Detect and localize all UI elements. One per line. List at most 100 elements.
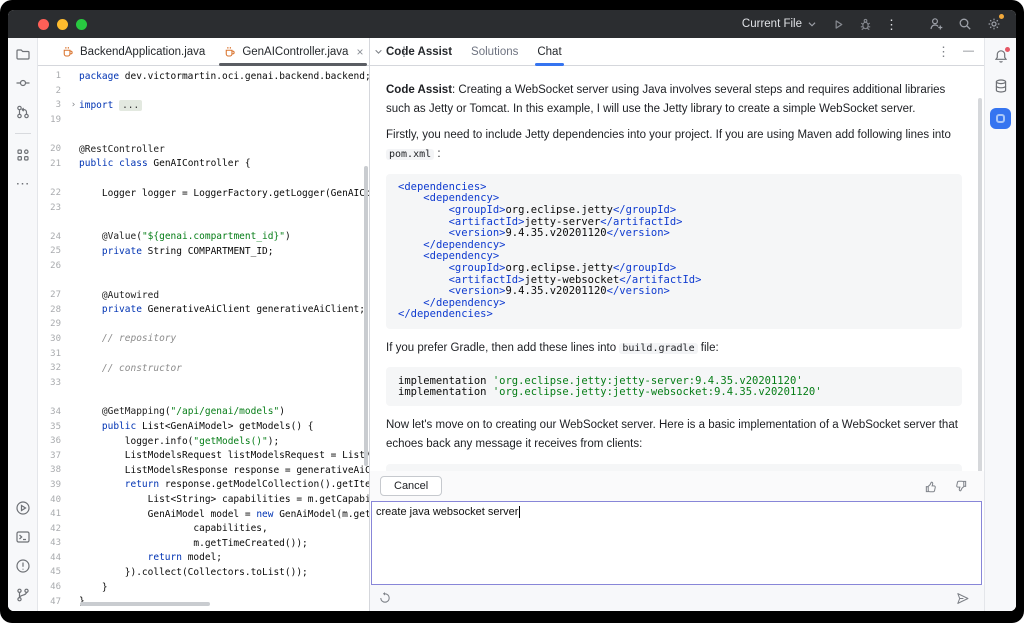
code-line[interactable]: 22 Logger logger = LoggerFactory.getLogg…	[38, 186, 369, 201]
line-number: 38	[38, 465, 68, 475]
commit-icon[interactable]	[15, 75, 31, 91]
code-text: import ...	[79, 100, 142, 111]
project-folder-icon[interactable]	[15, 46, 31, 62]
line-number: 23	[38, 203, 68, 213]
code-line[interactable]: 43 m.getTimeCreated());	[38, 536, 369, 551]
code-text: ListModelsResponse response = generative…	[79, 465, 369, 476]
code-text: Logger logger = LoggerFactory.getLogger(…	[79, 188, 369, 199]
code-line[interactable]: 42 capabilities,	[38, 521, 369, 536]
send-message-icon[interactable]	[955, 591, 970, 606]
cancel-button[interactable]: Cancel	[380, 476, 442, 496]
code-line[interactable]	[38, 127, 369, 142]
thumbs-down-icon[interactable]	[953, 479, 968, 494]
code-line[interactable]: 27 @Autowired	[38, 288, 369, 303]
code-line[interactable]: 32 // constructor	[38, 361, 369, 376]
code-line[interactable]: 3›import ...	[38, 98, 369, 113]
code-text: List<String> capabilities = m.getCapabil…	[79, 494, 369, 505]
code-line[interactable]: 35 public List<GenAiModel> getModels() {	[38, 419, 369, 434]
search-icon[interactable]	[957, 16, 973, 32]
code-line[interactable]: 46 }	[38, 580, 369, 595]
notifications-bell-icon[interactable]	[993, 48, 1009, 64]
code-line[interactable]: 24 @Value("${genai.compartment_id}")	[38, 230, 369, 245]
p3-tail: file:	[698, 342, 719, 354]
run-tool-window-icon[interactable]	[15, 500, 31, 516]
text-caret	[519, 506, 520, 518]
code-assist-plugin-icon[interactable]	[990, 108, 1011, 129]
panel-title-code-assist[interactable]: Code Assist	[386, 38, 452, 65]
fold-arrow-icon[interactable]: ›	[68, 100, 79, 110]
maximize-window-button[interactable]	[76, 19, 87, 30]
debug-icon[interactable]	[858, 17, 873, 32]
terminal-icon[interactable]	[15, 529, 31, 545]
thumbs-up-icon[interactable]	[924, 479, 939, 494]
line-number: 42	[38, 524, 68, 534]
code-line[interactable]: 30 // repository	[38, 332, 369, 347]
code-text: public List<GenAiModel> getModels() {	[79, 421, 314, 432]
code-line[interactable]: 45 }).collect(Collectors.toList());	[38, 565, 369, 580]
code-line[interactable]: 41 GenAiModel model = new GenAiModel(m.g…	[38, 507, 369, 522]
line-number: 19	[38, 115, 68, 125]
code-line[interactable]: 29	[38, 317, 369, 332]
code-line[interactable]: 31	[38, 346, 369, 361]
line-number: 30	[38, 334, 68, 344]
p2-text: Firstly, you need to include Jetty depen…	[386, 129, 951, 141]
code-line[interactable]: 23	[38, 200, 369, 215]
code-line[interactable]: 19	[38, 113, 369, 128]
tab-backendapplication[interactable]: BackendApplication.java	[52, 38, 214, 65]
close-window-button[interactable]	[38, 19, 49, 30]
panel-options-kebab-icon[interactable]: ⋮	[937, 45, 950, 58]
code-line: </dependencies>	[398, 309, 950, 321]
code-line[interactable]	[38, 390, 369, 405]
line-number: 47	[38, 597, 68, 607]
line-number: 25	[38, 246, 68, 256]
more-tool-windows-icon[interactable]: ⋯	[16, 176, 30, 190]
code-line[interactable]: 33	[38, 375, 369, 390]
database-icon[interactable]	[993, 78, 1009, 94]
code-line[interactable]: 40 List<String> capabilities = m.getCapa…	[38, 492, 369, 507]
line-number: 34	[38, 407, 68, 417]
code-editor[interactable]: 1package dev.victormartin.oci.genai.back…	[38, 66, 369, 611]
editor-vertical-scrollbar[interactable]	[364, 166, 368, 466]
code-line[interactable]: 1package dev.victormartin.oci.genai.back…	[38, 69, 369, 84]
more-actions-kebab-icon[interactable]: ⋮	[885, 18, 898, 31]
code-line[interactable]: 37 ListModelsRequest listModelsRequest =…	[38, 448, 369, 463]
code-line[interactable]	[38, 171, 369, 186]
code-line[interactable]: 2	[38, 84, 369, 99]
chat-input[interactable]: create java websocket server	[371, 501, 982, 585]
tab-genaicontroller[interactable]: GenAIController.java ×	[214, 38, 372, 65]
line-number: 27	[38, 290, 68, 300]
tab-solutions[interactable]: Solutions	[471, 38, 518, 65]
code-line[interactable]: 36 logger.info("getModels()");	[38, 434, 369, 449]
minimize-window-button[interactable]	[57, 19, 68, 30]
code-line[interactable]	[38, 215, 369, 230]
code-line[interactable]: 28 private GenerativeAiClient generative…	[38, 303, 369, 318]
settings-gear-icon[interactable]	[986, 16, 1002, 32]
chat-vertical-scrollbar[interactable]	[978, 98, 982, 471]
add-user-icon[interactable]	[928, 16, 944, 32]
code-line[interactable]: 26	[38, 259, 369, 274]
close-tab-icon[interactable]: ×	[356, 45, 363, 59]
assistant-message-p3: If you prefer Gradle, then add these lin…	[386, 339, 964, 358]
tab-chat[interactable]: Chat	[537, 38, 561, 65]
problems-icon[interactable]	[15, 558, 31, 574]
pull-requests-icon[interactable]	[15, 104, 31, 120]
run-target-selector[interactable]: Current File	[742, 17, 819, 31]
line-number: 40	[38, 495, 68, 505]
code-line[interactable]: 44 return model;	[38, 551, 369, 566]
line-number: 32	[38, 363, 68, 373]
code-line[interactable]: 21public class GenAIController {	[38, 157, 369, 172]
settings-notification-dot	[999, 14, 1004, 19]
code-text: }	[79, 582, 108, 593]
hide-panel-icon[interactable]: —	[963, 46, 974, 57]
editor-horizontal-scrollbar[interactable]	[80, 602, 210, 606]
code-line[interactable]: 25 private String COMPARTMENT_ID;	[38, 244, 369, 259]
git-branch-icon[interactable]	[15, 587, 31, 603]
code-line[interactable]: 34 @GetMapping("/api/genai/models")	[38, 405, 369, 420]
code-line[interactable]: 20@RestController	[38, 142, 369, 157]
code-line[interactable]	[38, 273, 369, 288]
code-line[interactable]: 38 ListModelsResponse response = generat…	[38, 463, 369, 478]
code-line[interactable]: 39 return response.getModelCollection().…	[38, 478, 369, 493]
run-button[interactable]	[831, 17, 846, 32]
restart-session-icon[interactable]	[378, 591, 392, 605]
structure-icon[interactable]	[15, 147, 31, 163]
